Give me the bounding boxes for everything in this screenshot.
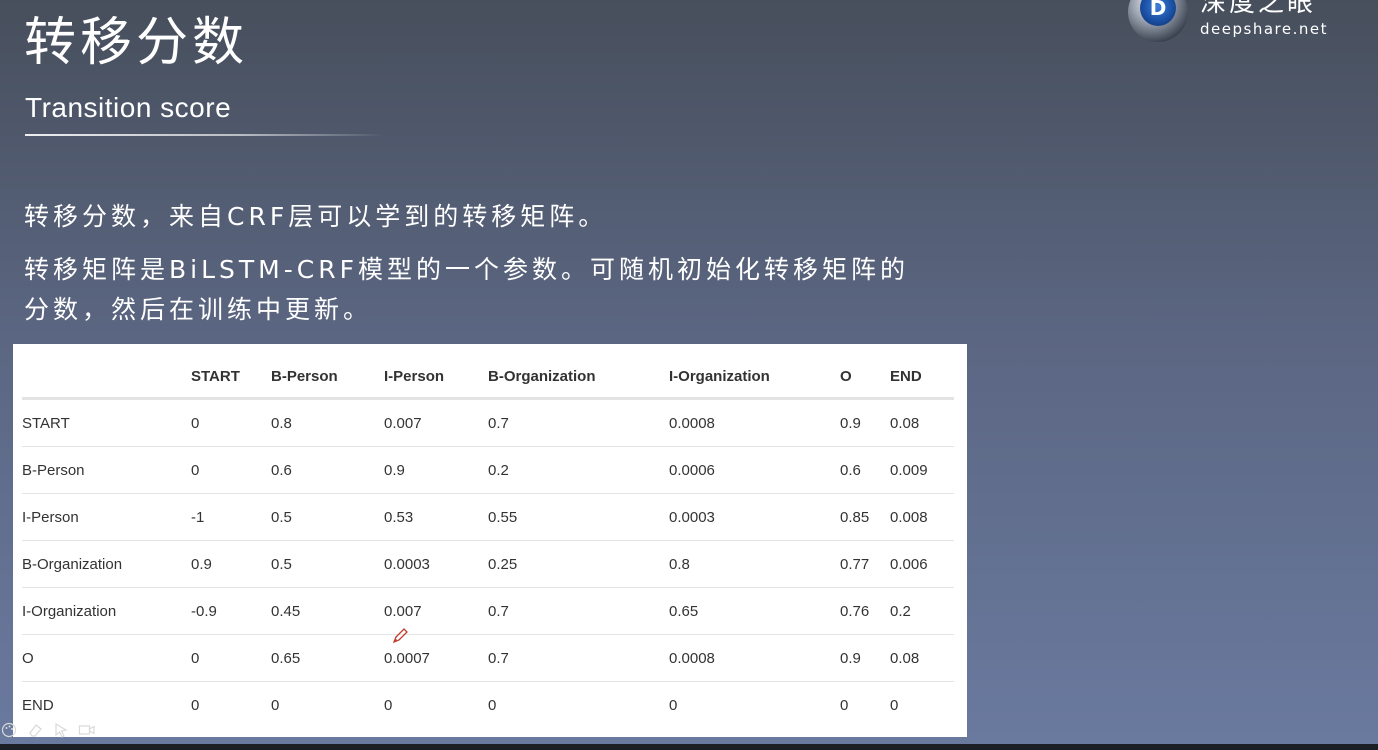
table-cell: 0.6 [840,446,890,494]
row-label: I-Organization [22,587,191,635]
table-cell: 0.9 [384,446,488,494]
subtitle-underline [25,134,385,136]
table-cell: 0.7 [488,634,669,682]
table-cell: 0 [669,696,678,714]
row-label: B-Person [22,446,191,494]
table-row: I-Person -1 0.5 0.53 0.55 0.0003 0.85 0.… [22,493,954,541]
table-cell: 0.77 [840,540,890,588]
table-cell: 0 [271,696,280,714]
table-cell: 0.9 [191,540,271,588]
paragraph-2: 转移矩阵是BiLSTM-CRF模型的一个参数。可随机初始化转移矩阵的 分数，然后… [24,250,909,330]
table-cell: 0.0003 [384,540,488,588]
row-label: O [22,634,191,682]
logo-chinese-name: 深度之眼 [1200,0,1317,18]
table-cell: 0.8 [669,540,840,588]
table-cell: 0.65 [271,634,384,682]
table-cell: 0.8 [271,398,384,447]
table-cell: 0.55 [488,493,669,541]
table-cell: 0.007 [384,398,488,447]
camera-icon[interactable] [78,722,96,742]
table-cell: 0.53 [384,493,488,541]
row-label: B-Organization [22,540,191,588]
pointer-icon[interactable] [52,722,70,742]
header-cell: I-Organization [669,356,840,400]
header-cell: B-Person [271,356,384,400]
table-cell: 0.9 [840,398,890,447]
table-header-row: START B-Person I-Person B-Organization I… [22,356,954,400]
paragraph-1: 转移分数，来自CRF层可以学到的转移矩阵。 [24,202,608,231]
paragraph-2-line-2: 分数，然后在训练中更新。 [24,295,373,324]
table-row: O 0 0.65 0.0007 0.7 0.0008 0.9 0.08 [22,634,954,682]
table-cell: -0.9 [191,587,271,635]
header-cell: B-Organization [488,356,669,400]
header-cell: START [191,356,271,400]
table-cell: 0.2 [488,446,669,494]
table-row: END 0 0 0 0 0 0 0 [22,682,954,729]
table-cell: 0.76 [840,587,890,635]
table-cell: 0.85 [840,493,890,541]
table-cell: 0.9 [840,634,890,682]
table-cell: 0.08 [890,634,954,682]
header-cell: I-Person [384,356,488,400]
table-cell: 0.006 [890,540,954,588]
table-cell: 0 [191,446,271,494]
table-cell: -1 [191,493,271,541]
eraser-icon[interactable] [26,722,44,742]
table-cell: 0.0006 [669,446,840,494]
row-label: START [22,398,191,447]
slide-title: 转移分数 [24,13,249,73]
table-cell: 0.008 [890,493,954,541]
table-cell: 0 [488,696,497,714]
table-cell: 0 [191,398,271,447]
table-cell: 0.65 [669,587,840,635]
table-cell: 0 [191,696,200,714]
table-row: I-Organization -0.9 0.45 0.007 0.7 0.65 … [22,587,954,635]
table-cell: 0.0008 [669,398,840,447]
table-cell: 0 [890,696,899,714]
pen-cursor-icon [392,628,408,644]
table-cell: 0.5 [271,540,384,588]
table-cell: 0.08 [890,398,954,447]
logo-domain: deepshare.net [1200,20,1328,38]
palette-icon[interactable] [0,722,18,742]
table-cell: 0.0008 [669,634,840,682]
table-cell: 0 [840,696,849,714]
transition-matrix-table: START B-Person I-Person B-Organization I… [22,356,954,728]
row-label: I-Person [22,493,191,541]
table-row: B-Organization 0.9 0.5 0.0003 0.25 0.8 0… [22,540,954,588]
paragraph-2-line-1: 转移矩阵是BiLSTM-CRF模型的一个参数。可随机初始化转移矩阵的 [24,255,909,284]
brand-logo: D 深度之眼 deepshare.net [1128,0,1378,46]
table-row: START 0 0.8 0.007 0.7 0.0008 0.9 0.08 [22,398,954,447]
table-cell: 0.0003 [669,493,840,541]
header-cell [22,356,191,400]
transition-matrix-card: START B-Person I-Person B-Organization I… [13,344,967,737]
table-cell: 0 [384,696,393,714]
table-cell: 0.2 [890,587,954,635]
table-cell: 0.7 [488,398,669,447]
slide-subtitle: Transition score [25,92,232,123]
table-cell: 0.7 [488,587,669,635]
header-cell: END [890,356,954,400]
header-cell: O [840,356,890,400]
table-cell: 0.25 [488,540,669,588]
annotation-toolbar [0,722,96,742]
table-cell: 0.6 [271,446,384,494]
table-row: B-Person 0 0.6 0.9 0.2 0.0006 0.6 0.009 [22,446,954,494]
table-cell: 0.45 [271,587,384,635]
table-cell: 0 [191,634,271,682]
table-cell: 0.5 [271,493,384,541]
bottom-strip [0,744,1378,750]
table-cell: 0.009 [890,446,954,494]
